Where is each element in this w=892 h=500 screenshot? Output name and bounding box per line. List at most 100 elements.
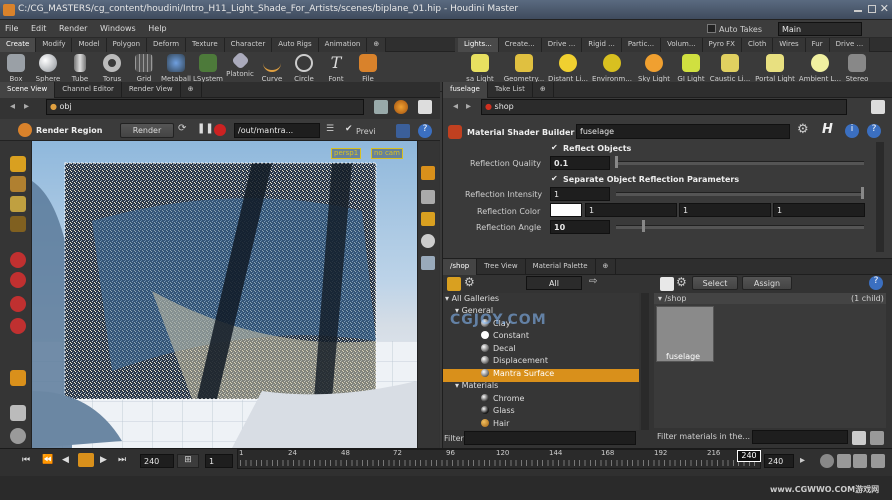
tab-scene-view[interactable]: Scene View bbox=[0, 82, 56, 98]
gallery-folder-icon[interactable] bbox=[447, 277, 461, 291]
pane-maximize-icon[interactable] bbox=[418, 100, 432, 114]
tree-row-constant[interactable]: Constant bbox=[443, 331, 639, 344]
auto-takes-checkbox[interactable] bbox=[707, 24, 716, 33]
menu-file[interactable]: File bbox=[0, 20, 23, 33]
reflection-color-r[interactable]: 1 bbox=[585, 203, 677, 217]
shelf-tab-create[interactable]: Create bbox=[0, 38, 37, 52]
tab-channel-editor[interactable]: Channel Editor bbox=[55, 82, 122, 98]
snap-tool-icon[interactable] bbox=[396, 124, 410, 138]
realtime-icon[interactable] bbox=[820, 454, 834, 468]
reflection-color-g[interactable]: 1 bbox=[679, 203, 771, 217]
pose-tool-icon[interactable] bbox=[10, 405, 26, 421]
transform-tool-icon[interactable] bbox=[10, 176, 26, 192]
tab-shop[interactable]: /shop bbox=[443, 259, 478, 275]
tab-render-view[interactable]: Render View bbox=[122, 82, 181, 98]
play-reverse-icon[interactable]: ◀ bbox=[62, 455, 69, 465]
shelf-tab-fur[interactable]: Fur bbox=[805, 38, 830, 52]
shelf-tab-volume[interactable]: Volum... bbox=[661, 38, 703, 52]
material-filter-input[interactable] bbox=[752, 430, 848, 444]
param-scrollbar[interactable] bbox=[876, 142, 884, 252]
shelf-tab-auto-rigs[interactable]: Auto Rigs bbox=[272, 38, 319, 52]
hda-icon[interactable]: H bbox=[822, 122, 833, 137]
add-pane-tab-icon[interactable]: ⊕ bbox=[181, 82, 202, 98]
shelf-tab-texture[interactable]: Texture bbox=[186, 38, 225, 52]
shelf-tab-model[interactable]: Model bbox=[72, 38, 107, 52]
end-frame-menu-icon[interactable]: ▸ bbox=[800, 455, 805, 466]
shelf-tab-wires[interactable]: Wires bbox=[773, 38, 806, 52]
output-menu-icon[interactable]: ☰ bbox=[326, 124, 334, 134]
reflect-objects-check-icon[interactable]: ✔ bbox=[551, 143, 558, 152]
assign-button[interactable]: Assign bbox=[742, 276, 792, 290]
add-param-tab-icon[interactable]: ⊕ bbox=[533, 82, 554, 98]
shelf-tab-drive-2[interactable]: Drive ... bbox=[829, 38, 871, 52]
reflection-intensity-handle[interactable] bbox=[861, 187, 864, 199]
param-pane-maximize-icon[interactable] bbox=[871, 100, 885, 114]
shelf-tab-rigid[interactable]: Rigid ... bbox=[582, 38, 622, 52]
close-icon[interactable]: ✕ bbox=[880, 2, 889, 15]
end-frame-field[interactable]: 240 bbox=[764, 454, 794, 468]
shelf-tab-cloth[interactable]: Cloth bbox=[741, 38, 774, 52]
refresh-icon[interactable]: ⟳ bbox=[178, 123, 186, 134]
minimize-icon[interactable] bbox=[854, 10, 862, 12]
shading-icon[interactable] bbox=[421, 234, 435, 248]
info-icon[interactable]: i bbox=[845, 124, 859, 138]
step-back-icon[interactable]: ⏪ bbox=[42, 455, 53, 465]
cube-view-icon[interactable] bbox=[852, 431, 866, 445]
wireframe-icon[interactable] bbox=[421, 190, 435, 204]
snap-curve-icon[interactable] bbox=[10, 318, 26, 334]
rotate-tool-icon[interactable] bbox=[10, 196, 26, 212]
palette-help-icon[interactable]: ? bbox=[869, 276, 883, 290]
tree-scrollbar[interactable] bbox=[641, 293, 649, 430]
tab-take-list[interactable]: Take List bbox=[488, 82, 533, 98]
shelf-tab-create-2[interactable]: Create... bbox=[498, 38, 542, 52]
tab-tree-view[interactable]: Tree View bbox=[477, 259, 526, 275]
current-frame-marker[interactable]: 240 bbox=[737, 450, 761, 462]
tree-row-mantra-surface[interactable]: Mantra Surface bbox=[443, 369, 639, 382]
reflection-quality-slider[interactable] bbox=[616, 161, 864, 165]
key-icon[interactable] bbox=[837, 454, 851, 468]
menu-edit[interactable]: Edit bbox=[26, 20, 52, 33]
back-arrow-icon[interactable]: ◂ bbox=[10, 101, 15, 112]
param-path-field[interactable]: ● shop bbox=[481, 99, 847, 115]
view-cube-icon[interactable] bbox=[374, 100, 388, 114]
reflection-intensity-slider[interactable] bbox=[616, 192, 864, 196]
tree-row-decal[interactable]: Decal bbox=[443, 344, 639, 357]
play-forward-icon[interactable]: ▶ bbox=[100, 455, 107, 465]
add-palette-tab-icon[interactable]: ⊕ bbox=[596, 259, 617, 275]
select-button[interactable]: Select bbox=[692, 276, 738, 290]
node-name-field[interactable]: fuselage bbox=[576, 124, 790, 139]
tab-fuselage[interactable]: fuselage bbox=[443, 82, 488, 98]
tree-row-all-galleries[interactable]: ▾ All Galleries bbox=[443, 294, 639, 307]
palette-material-icon[interactable] bbox=[660, 277, 674, 291]
maximize-icon[interactable] bbox=[868, 5, 876, 13]
shelf-tab-character[interactable]: Character bbox=[224, 38, 273, 52]
reflection-angle-handle[interactable] bbox=[642, 220, 645, 232]
tree-row-displacement[interactable]: Displacement bbox=[443, 356, 639, 369]
scale-tool-icon[interactable] bbox=[10, 216, 26, 232]
shelf-tab-animation[interactable]: Animation bbox=[318, 38, 368, 52]
gear-icon[interactable]: ⚙ bbox=[797, 122, 809, 137]
camera-icon[interactable] bbox=[421, 256, 435, 270]
jump-start-icon[interactable]: ⏮ bbox=[22, 455, 30, 465]
shelf-tab-deform[interactable]: Deform bbox=[147, 38, 187, 52]
reflection-quality-handle[interactable] bbox=[615, 156, 618, 168]
shelf-tab-lights[interactable]: Lights... bbox=[458, 38, 499, 52]
tree-row-hair[interactable]: Hair bbox=[443, 419, 639, 432]
gallery-gear-icon[interactable]: ⚙ bbox=[464, 275, 475, 289]
param-back-icon[interactable]: ◂ bbox=[453, 101, 458, 112]
palette-gear-icon[interactable]: ⚙ bbox=[676, 275, 687, 289]
output-driver-field[interactable]: /out/mantra... bbox=[234, 123, 320, 138]
shelf-tab-particles[interactable]: Partic... bbox=[621, 38, 662, 52]
handle-tool-icon[interactable] bbox=[10, 370, 26, 386]
grid-view-icon[interactable] bbox=[870, 431, 884, 445]
stop-playback-icon[interactable] bbox=[78, 453, 94, 467]
pause-icon[interactable]: ❚❚ bbox=[197, 123, 214, 134]
tree-row-materials[interactable]: ▾ Materials bbox=[443, 381, 639, 394]
stop-render-icon[interactable] bbox=[214, 124, 226, 136]
render-button[interactable]: Render bbox=[120, 123, 174, 138]
snap-grid-icon[interactable] bbox=[10, 272, 26, 288]
sound-icon[interactable] bbox=[853, 454, 867, 468]
help-icon[interactable]: ? bbox=[418, 124, 432, 138]
shaded-sphere-icon[interactable] bbox=[394, 100, 408, 114]
frame-options-icon[interactable]: ⊞ bbox=[177, 454, 199, 468]
